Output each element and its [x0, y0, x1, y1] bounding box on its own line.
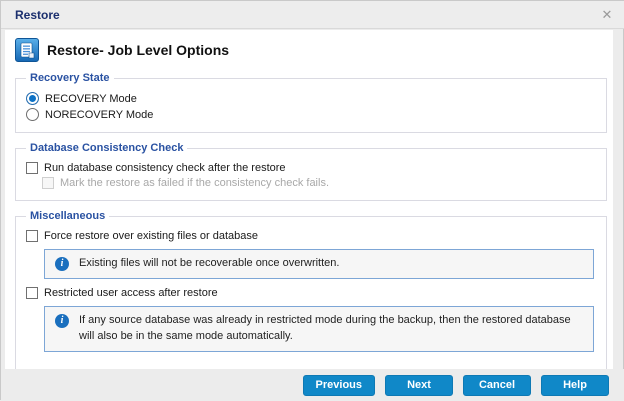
mark-failed-label: Mark the restore as failed if the consis… [60, 177, 329, 189]
help-button[interactable]: Help [541, 375, 609, 396]
close-icon[interactable]: ✕ [599, 7, 615, 23]
restricted-access-note-text: If any source database was already in re… [79, 313, 583, 345]
mark-failed-option: Mark the restore as failed if the consis… [42, 177, 598, 189]
recovery-mode-radio[interactable] [26, 92, 39, 105]
run-consistency-check-checkbox[interactable] [26, 162, 38, 174]
force-restore-label[interactable]: Force restore over existing files or dat… [44, 230, 258, 242]
next-button[interactable]: Next [385, 375, 453, 396]
recovery-mode-option[interactable]: RECOVERY Mode [26, 92, 598, 105]
run-consistency-check-label[interactable]: Run database consistency check after the… [44, 162, 286, 174]
recovery-state-legend: Recovery State [26, 72, 114, 84]
content-panel: Restore- Job Level Options Recovery Stat… [5, 30, 613, 369]
dialog-footer: Previous Next Cancel Help [1, 369, 624, 401]
info-icon: i [55, 257, 69, 271]
restricted-access-checkbox[interactable] [26, 287, 38, 299]
miscellaneous-legend: Miscellaneous [26, 210, 109, 222]
restricted-access-note: i If any source database was already in … [44, 306, 594, 352]
restricted-access-label[interactable]: Restricted user access after restore [44, 287, 218, 299]
force-restore-note-text: Existing files will not be recoverable o… [79, 256, 339, 272]
dialog-title: Restore [15, 1, 60, 29]
document-icon [15, 38, 39, 62]
restore-dialog: { "window": { "title": "Restore" }, "ico… [0, 0, 624, 400]
info-icon: i [55, 314, 69, 328]
norecovery-mode-option[interactable]: NORECOVERY Mode [26, 108, 598, 121]
dialog-titlebar: Restore ✕ [1, 1, 624, 29]
recovery-mode-label[interactable]: RECOVERY Mode [45, 93, 137, 105]
force-restore-option[interactable]: Force restore over existing files or dat… [26, 230, 598, 242]
page-title: Restore- Job Level Options [47, 42, 229, 58]
run-consistency-check-option[interactable]: Run database consistency check after the… [26, 162, 598, 174]
recovery-state-section: Recovery State RECOVERY Mode NORECOVERY … [15, 72, 607, 133]
consistency-check-section: Database Consistency Check Run database … [15, 142, 607, 201]
force-restore-checkbox[interactable] [26, 230, 38, 242]
norecovery-mode-label[interactable]: NORECOVERY Mode [45, 109, 153, 121]
miscellaneous-section: Miscellaneous Force restore over existin… [15, 210, 607, 370]
mark-failed-checkbox [42, 177, 54, 189]
page-header: Restore- Job Level Options [5, 30, 613, 68]
restricted-access-option[interactable]: Restricted user access after restore [26, 287, 598, 299]
previous-button[interactable]: Previous [303, 375, 375, 396]
cancel-button[interactable]: Cancel [463, 375, 531, 396]
norecovery-mode-radio[interactable] [26, 108, 39, 121]
force-restore-note: i Existing files will not be recoverable… [44, 249, 594, 279]
consistency-check-legend: Database Consistency Check [26, 142, 187, 154]
